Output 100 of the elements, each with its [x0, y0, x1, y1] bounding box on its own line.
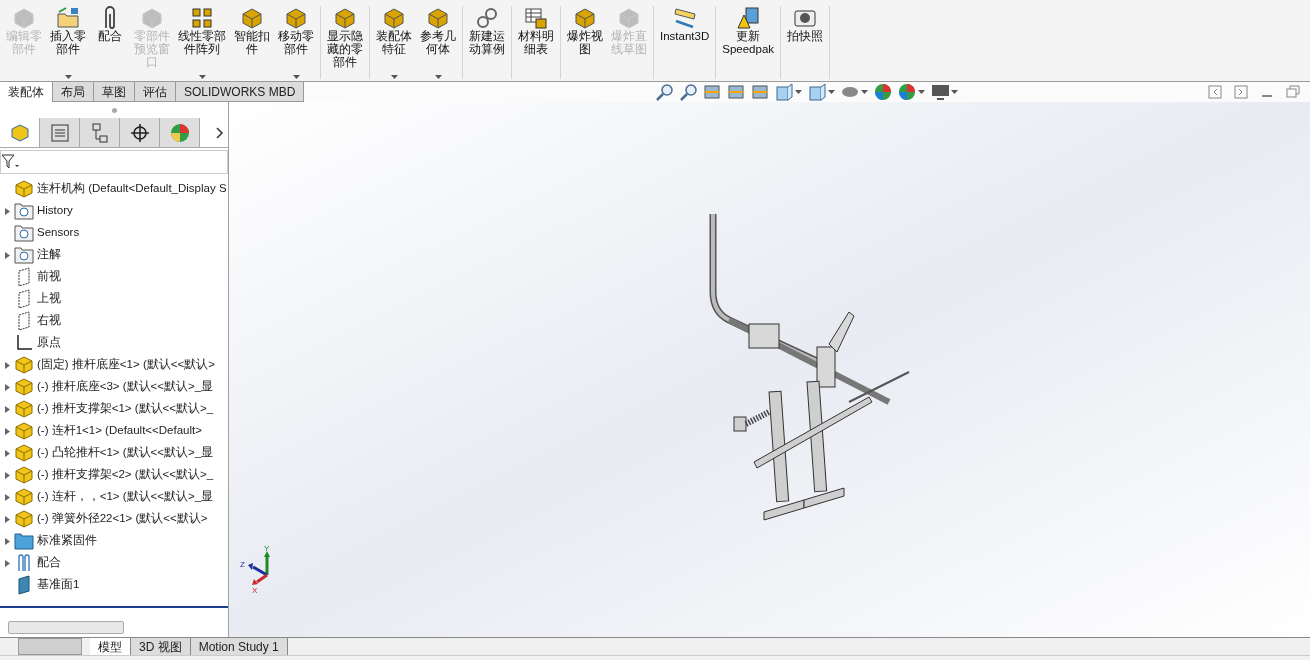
- tree-item[interactable]: 连杆机构 (Default<Default_Display S: [0, 178, 228, 200]
- toolbar-button[interactable]: 参考几 何体: [416, 6, 460, 79]
- view-tool-button[interactable]: [727, 83, 745, 101]
- tree-item[interactable]: (固定) 推杆底座<1> (默认<<默认>: [0, 354, 228, 376]
- grip-icon[interactable]: [111, 107, 117, 113]
- tree-item[interactable]: 前视: [0, 266, 228, 288]
- caret-icon: [198, 75, 206, 79]
- tree-item-label: 连杆机构 (Default<Default_Display S: [37, 181, 227, 197]
- view-icon: [727, 83, 745, 101]
- tree-item[interactable]: 标准紧固件: [0, 530, 228, 552]
- tree-item-label: 上视: [37, 291, 61, 307]
- view-tool-button[interactable]: [931, 83, 958, 101]
- list-icon: [49, 122, 70, 143]
- panel-left-icon[interactable]: [1208, 85, 1222, 99]
- toolbar-button[interactable]: 插入零 部件: [46, 6, 90, 79]
- bottom-tab[interactable]: 模型: [90, 638, 131, 655]
- tree-item[interactable]: (-) 推杆底座<3> (默认<<默认>_显: [0, 376, 228, 398]
- view-tool-button[interactable]: [751, 83, 769, 101]
- tree-item[interactable]: 注解: [0, 244, 228, 266]
- part-icon: [333, 6, 357, 30]
- tree-item[interactable]: (-) 弹簧外径22<1> (默认<<默认>: [0, 508, 228, 530]
- restore-icon[interactable]: [1286, 85, 1300, 99]
- color-wheel-icon: [874, 83, 892, 101]
- toolbar-button[interactable]: 显示隐 藏的零 部件: [323, 6, 367, 79]
- part-icon: [240, 6, 264, 30]
- tree-item[interactable]: (-) 凸轮推杆<1> (默认<<默认>_显: [0, 442, 228, 464]
- tree-item-label: Sensors: [37, 225, 80, 241]
- view-tool-button[interactable]: [898, 83, 925, 101]
- bottom-tab[interactable]: Motion Study 1: [190, 638, 288, 655]
- view-icon: [751, 83, 769, 101]
- expand-arrow-icon[interactable]: [4, 207, 10, 215]
- toolbar-button[interactable]: 线性零部 件阵列: [174, 6, 230, 79]
- expand-arrow-icon[interactable]: [4, 383, 10, 391]
- tree-item[interactable]: Sensors: [0, 222, 228, 244]
- tree-item-label: 右视: [37, 313, 61, 329]
- panel-tab[interactable]: [120, 118, 160, 147]
- command-tab[interactable]: 评估: [135, 82, 176, 102]
- expand-arrow-icon[interactable]: [4, 449, 10, 457]
- tree-item[interactable]: (-) 连杆，，<1> (默认<<默认>_显: [0, 486, 228, 508]
- hierarchy-icon: [89, 122, 110, 143]
- view-tool-button[interactable]: [808, 83, 835, 101]
- tree-item[interactable]: 基准面1: [0, 574, 228, 596]
- view-tool-button[interactable]: [703, 83, 721, 101]
- command-tab[interactable]: SOLIDWORKS MBD: [176, 82, 305, 102]
- tree-item-label: 配合: [37, 555, 61, 571]
- tree-item[interactable]: (-) 推杆支撑架<2> (默认<<默认>_: [0, 464, 228, 486]
- expand-arrow-icon[interactable]: [4, 405, 10, 413]
- toolbar-button[interactable]: 装配体 特征: [372, 6, 416, 79]
- tree-item-label: (-) 连杆1<1> (Default<<Default>: [37, 423, 202, 439]
- tree-item[interactable]: (-) 连杆1<1> (Default<<Default>: [0, 420, 228, 442]
- tree-item[interactable]: 配合: [0, 552, 228, 574]
- expand-arrow-icon[interactable]: [4, 251, 10, 259]
- tree-item[interactable]: 原点: [0, 332, 228, 354]
- expand-arrow-icon[interactable]: [4, 427, 10, 435]
- tree-item[interactable]: (-) 推杆支撑架<1> (默认<<默认>_: [0, 398, 228, 420]
- folder-icon: [56, 6, 80, 30]
- expand-arrow-icon[interactable]: [4, 537, 10, 545]
- bottom-tab[interactable]: 3D 视图: [131, 638, 191, 655]
- view-tool-button[interactable]: [679, 83, 697, 101]
- color-wheel-icon: [898, 83, 916, 101]
- toolbar-button[interactable]: 智能扣 件: [230, 6, 274, 79]
- command-tab[interactable]: 草图: [94, 82, 135, 102]
- part-icon: [9, 122, 30, 143]
- tree-item[interactable]: 右视: [0, 310, 228, 332]
- panel-right-icon[interactable]: [1234, 85, 1248, 99]
- chevron-right-icon[interactable]: [216, 126, 224, 139]
- caret-icon: [795, 90, 802, 94]
- toolbar-button[interactable]: 材料明 细表: [514, 6, 558, 79]
- part-icon: [14, 377, 34, 397]
- toolbar-button[interactable]: 更新 Speedpak: [718, 6, 779, 79]
- folder-icon: [14, 223, 34, 243]
- monitor-icon: [931, 83, 949, 101]
- view-tool-button[interactable]: [775, 83, 802, 101]
- tree-item-label: (-) 推杆支撑架<2> (默认<<默认>_: [37, 467, 214, 483]
- filter-icon[interactable]: [1, 154, 21, 170]
- expand-arrow-icon[interactable]: [4, 361, 10, 369]
- toolbar-button[interactable]: Instant3D: [656, 6, 714, 79]
- horizontal-scrollbar[interactable]: [8, 620, 124, 634]
- cube-icon: [775, 83, 793, 101]
- caret-icon: [918, 90, 925, 94]
- tree-item-label: (固定) 推杆底座<1> (默认<<默认>: [37, 357, 215, 373]
- tree-item-label: 基准面1: [37, 577, 80, 593]
- toolbar-button[interactable]: 配合: [90, 6, 130, 79]
- toolbar-button[interactable]: 新建运 动算例: [465, 6, 509, 79]
- view-tool-button[interactable]: [874, 83, 892, 101]
- expand-arrow-icon[interactable]: [4, 471, 10, 479]
- toolbar-button[interactable]: 拍快照: [783, 6, 828, 79]
- expand-arrow-icon[interactable]: [4, 515, 10, 523]
- tree-item-label: (-) 凸轮推杆<1> (默认<<默认>_显: [37, 445, 214, 461]
- tree-item[interactable]: 上视: [0, 288, 228, 310]
- toolbar-button[interactable]: 移动零 部件: [274, 6, 318, 79]
- tree-item[interactable]: History: [0, 200, 228, 222]
- expand-arrow-icon[interactable]: [4, 493, 10, 501]
- view-tool-button[interactable]: [655, 83, 673, 101]
- warning-icon: [736, 6, 761, 30]
- expand-arrow-icon[interactable]: [4, 559, 10, 567]
- toolbar-button[interactable]: 爆炸视 图: [563, 6, 607, 79]
- command-tab[interactable]: 布局: [53, 82, 94, 102]
- tree-item-label: (-) 连杆，，<1> (默认<<默认>_显: [37, 489, 214, 505]
- part-icon: [14, 487, 34, 507]
